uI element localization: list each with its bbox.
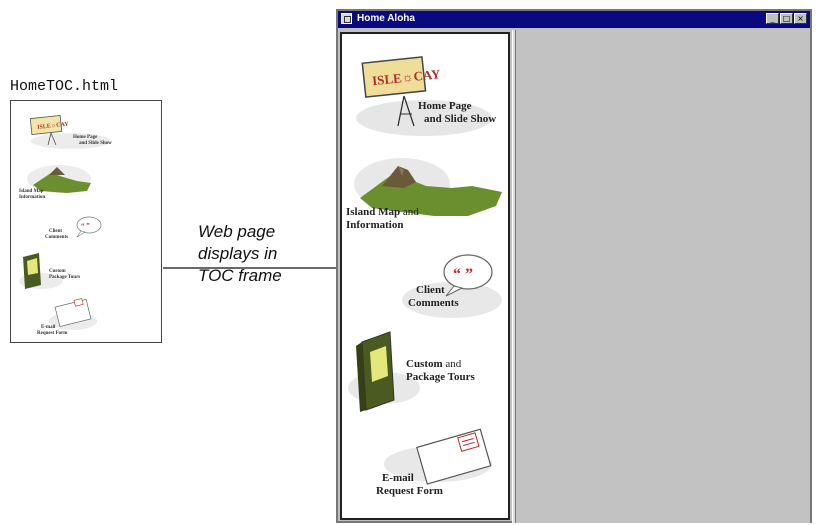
window-app-icon[interactable] [341,13,352,24]
toc-frame: ISLE☼CAY Home Page and Slide Show Island… [340,32,510,520]
toc-label-email-2: Request Form [376,485,443,497]
toc-item-tours[interactable]: Custom and Package Tours [342,324,508,420]
maximize-button[interactable]: □ [780,13,793,24]
toc-label-tours-2: Package Tours [406,371,475,383]
toc-label-comments-1: Client [416,284,445,296]
toc-label-comments-2: Comments [408,297,459,309]
toc-label-map-1a: Island Map [346,206,401,218]
toc-label-tours-1a: Custom [406,358,443,370]
billboard-icon: ISLE☼CAY [356,56,492,136]
toc-label-map-2: Information [346,219,404,231]
window-title: Home Aloha [357,13,415,24]
toc-label-map-1: Island Map and [346,206,419,218]
toc-item-email[interactable]: E-mail Request Form [342,420,508,506]
toc-label-home-1: Home Page [418,100,472,112]
toc-label-home-2: and Slide Show [424,113,497,125]
toc-label-tours-1b: and [445,358,462,370]
browser-window: Home Aloha _ □ × ISLE☼CAY Home Page and … [336,9,812,523]
toc-item-map[interactable]: Island Map and Information [342,146,508,242]
content-frame [516,30,810,523]
toc-item-home[interactable]: ISLE☼CAY Home Page and Slide Show [342,48,508,140]
toc-label-email-1: E-mail [382,472,414,484]
toc-label-map-1b: and [402,206,419,218]
window-titlebar[interactable]: Home Aloha _ □ × [338,11,810,28]
bubble-quote-text: “ ” [453,266,473,283]
minimize-button[interactable]: _ [766,13,779,24]
close-button[interactable]: × [794,13,807,24]
toc-label-tours-1: Custom and [406,358,461,370]
toc-item-comments[interactable]: “ ” Client Comments [342,248,508,320]
